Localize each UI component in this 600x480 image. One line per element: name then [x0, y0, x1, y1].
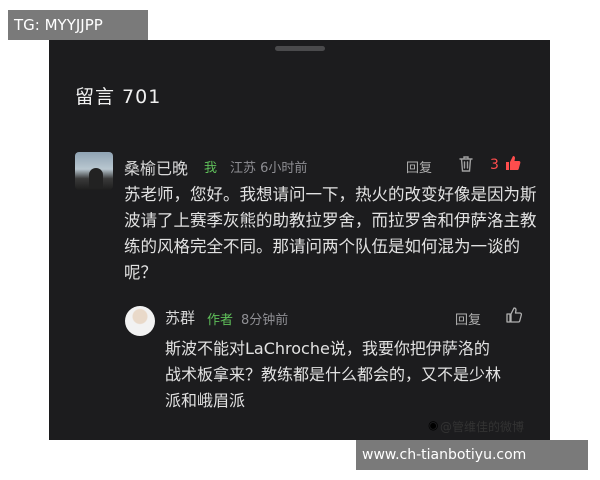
- like-count: 3: [490, 157, 499, 173]
- thumbs-up-icon[interactable]: [504, 154, 522, 172]
- comments-title: 留言 701: [75, 86, 162, 108]
- reply-text: 斯波不能对LaChroche说，我要你把伊萨洛的战术板拿来？教练都是什么都会的，…: [165, 339, 502, 410]
- thumbs-up-icon[interactable]: [505, 306, 523, 324]
- weibo-icon: ◉: [428, 418, 439, 432]
- comment-username[interactable]: 桑榆已晚: [124, 155, 188, 179]
- weibo-watermark: @管维佳的微博: [440, 420, 525, 434]
- url-label: www.ch-tianbotiyu.com: [356, 440, 588, 470]
- reply-time: 8分钟前: [241, 313, 289, 328]
- comment-text: 苏老师，您好。我想请问一下，热火的改变好像是因为斯波请了上赛季灰熊的助教拉罗舍，…: [124, 185, 537, 282]
- reply-meta: 苏群 作者 8分钟前 回复: [165, 306, 525, 328]
- drag-handle[interactable]: [275, 46, 325, 51]
- author-avatar[interactable]: [125, 306, 155, 336]
- reply-username[interactable]: 苏群: [165, 307, 195, 328]
- trash-icon[interactable]: [458, 155, 474, 173]
- author-tag: 作者: [207, 313, 234, 328]
- self-tag: 我: [204, 161, 218, 176]
- comment-location-time: 江苏 6小时前: [230, 161, 308, 176]
- avatar[interactable]: [75, 152, 113, 190]
- comment-meta: 桑榆已晚 我 江苏 6小时前 回复 3: [124, 156, 534, 178]
- reply-button[interactable]: 回复: [406, 157, 432, 176]
- comments-panel: 留言 701 桑榆已晚 我 江苏 6小时前 回复 3 苏老师，您好。我想请问一下…: [49, 40, 550, 440]
- reply-button[interactable]: 回复: [455, 309, 481, 328]
- tg-label: TG: MYYJJPP: [8, 10, 148, 40]
